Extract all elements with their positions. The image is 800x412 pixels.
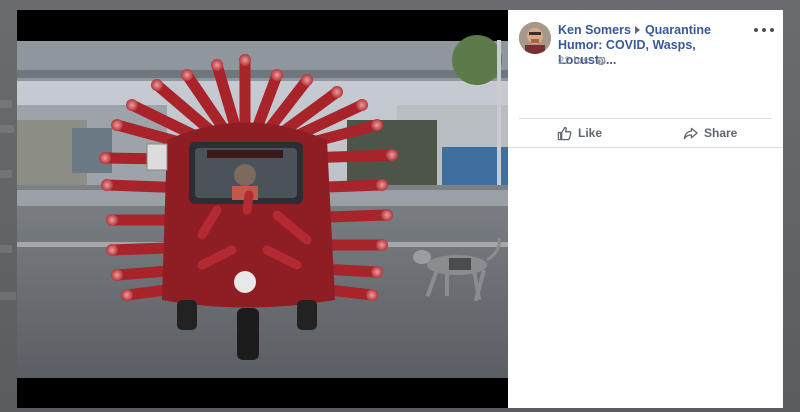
globe-icon[interactable] xyxy=(596,56,606,66)
share-arrow-icon xyxy=(683,127,698,139)
like-button[interactable]: Like xyxy=(557,124,602,142)
profile-photo xyxy=(519,22,551,54)
avatar[interactable] xyxy=(519,22,551,54)
more-dot xyxy=(762,28,766,32)
thumbs-up-icon xyxy=(557,126,572,140)
backdrop-text-fragment xyxy=(0,292,16,300)
more-options-icon[interactable] xyxy=(754,22,774,38)
photo-viewer[interactable] xyxy=(17,10,508,408)
meta-separator: · xyxy=(590,55,595,67)
more-dot xyxy=(754,28,758,32)
share-button[interactable]: Share xyxy=(683,124,737,142)
post-timestamp-link[interactable]: 22 hrs xyxy=(558,55,589,67)
post-photo xyxy=(17,10,508,408)
author-name-link[interactable]: Ken Somers xyxy=(558,23,631,37)
post-meta: 22 hrs · xyxy=(558,55,606,67)
more-dot xyxy=(770,28,774,32)
divider xyxy=(508,147,783,148)
share-label: Share xyxy=(704,126,738,140)
backdrop-text-fragment xyxy=(0,125,14,133)
backdrop-text-fragment xyxy=(0,245,12,253)
like-label: Like xyxy=(578,126,603,140)
caret-right-icon xyxy=(634,26,640,35)
divider xyxy=(519,118,772,119)
backdrop-text-fragment xyxy=(0,170,12,178)
post-details-panel: Ken Somers Quarantine Humor: COVID, Wasps… xyxy=(508,10,783,408)
backdrop-text-fragment xyxy=(0,100,12,108)
